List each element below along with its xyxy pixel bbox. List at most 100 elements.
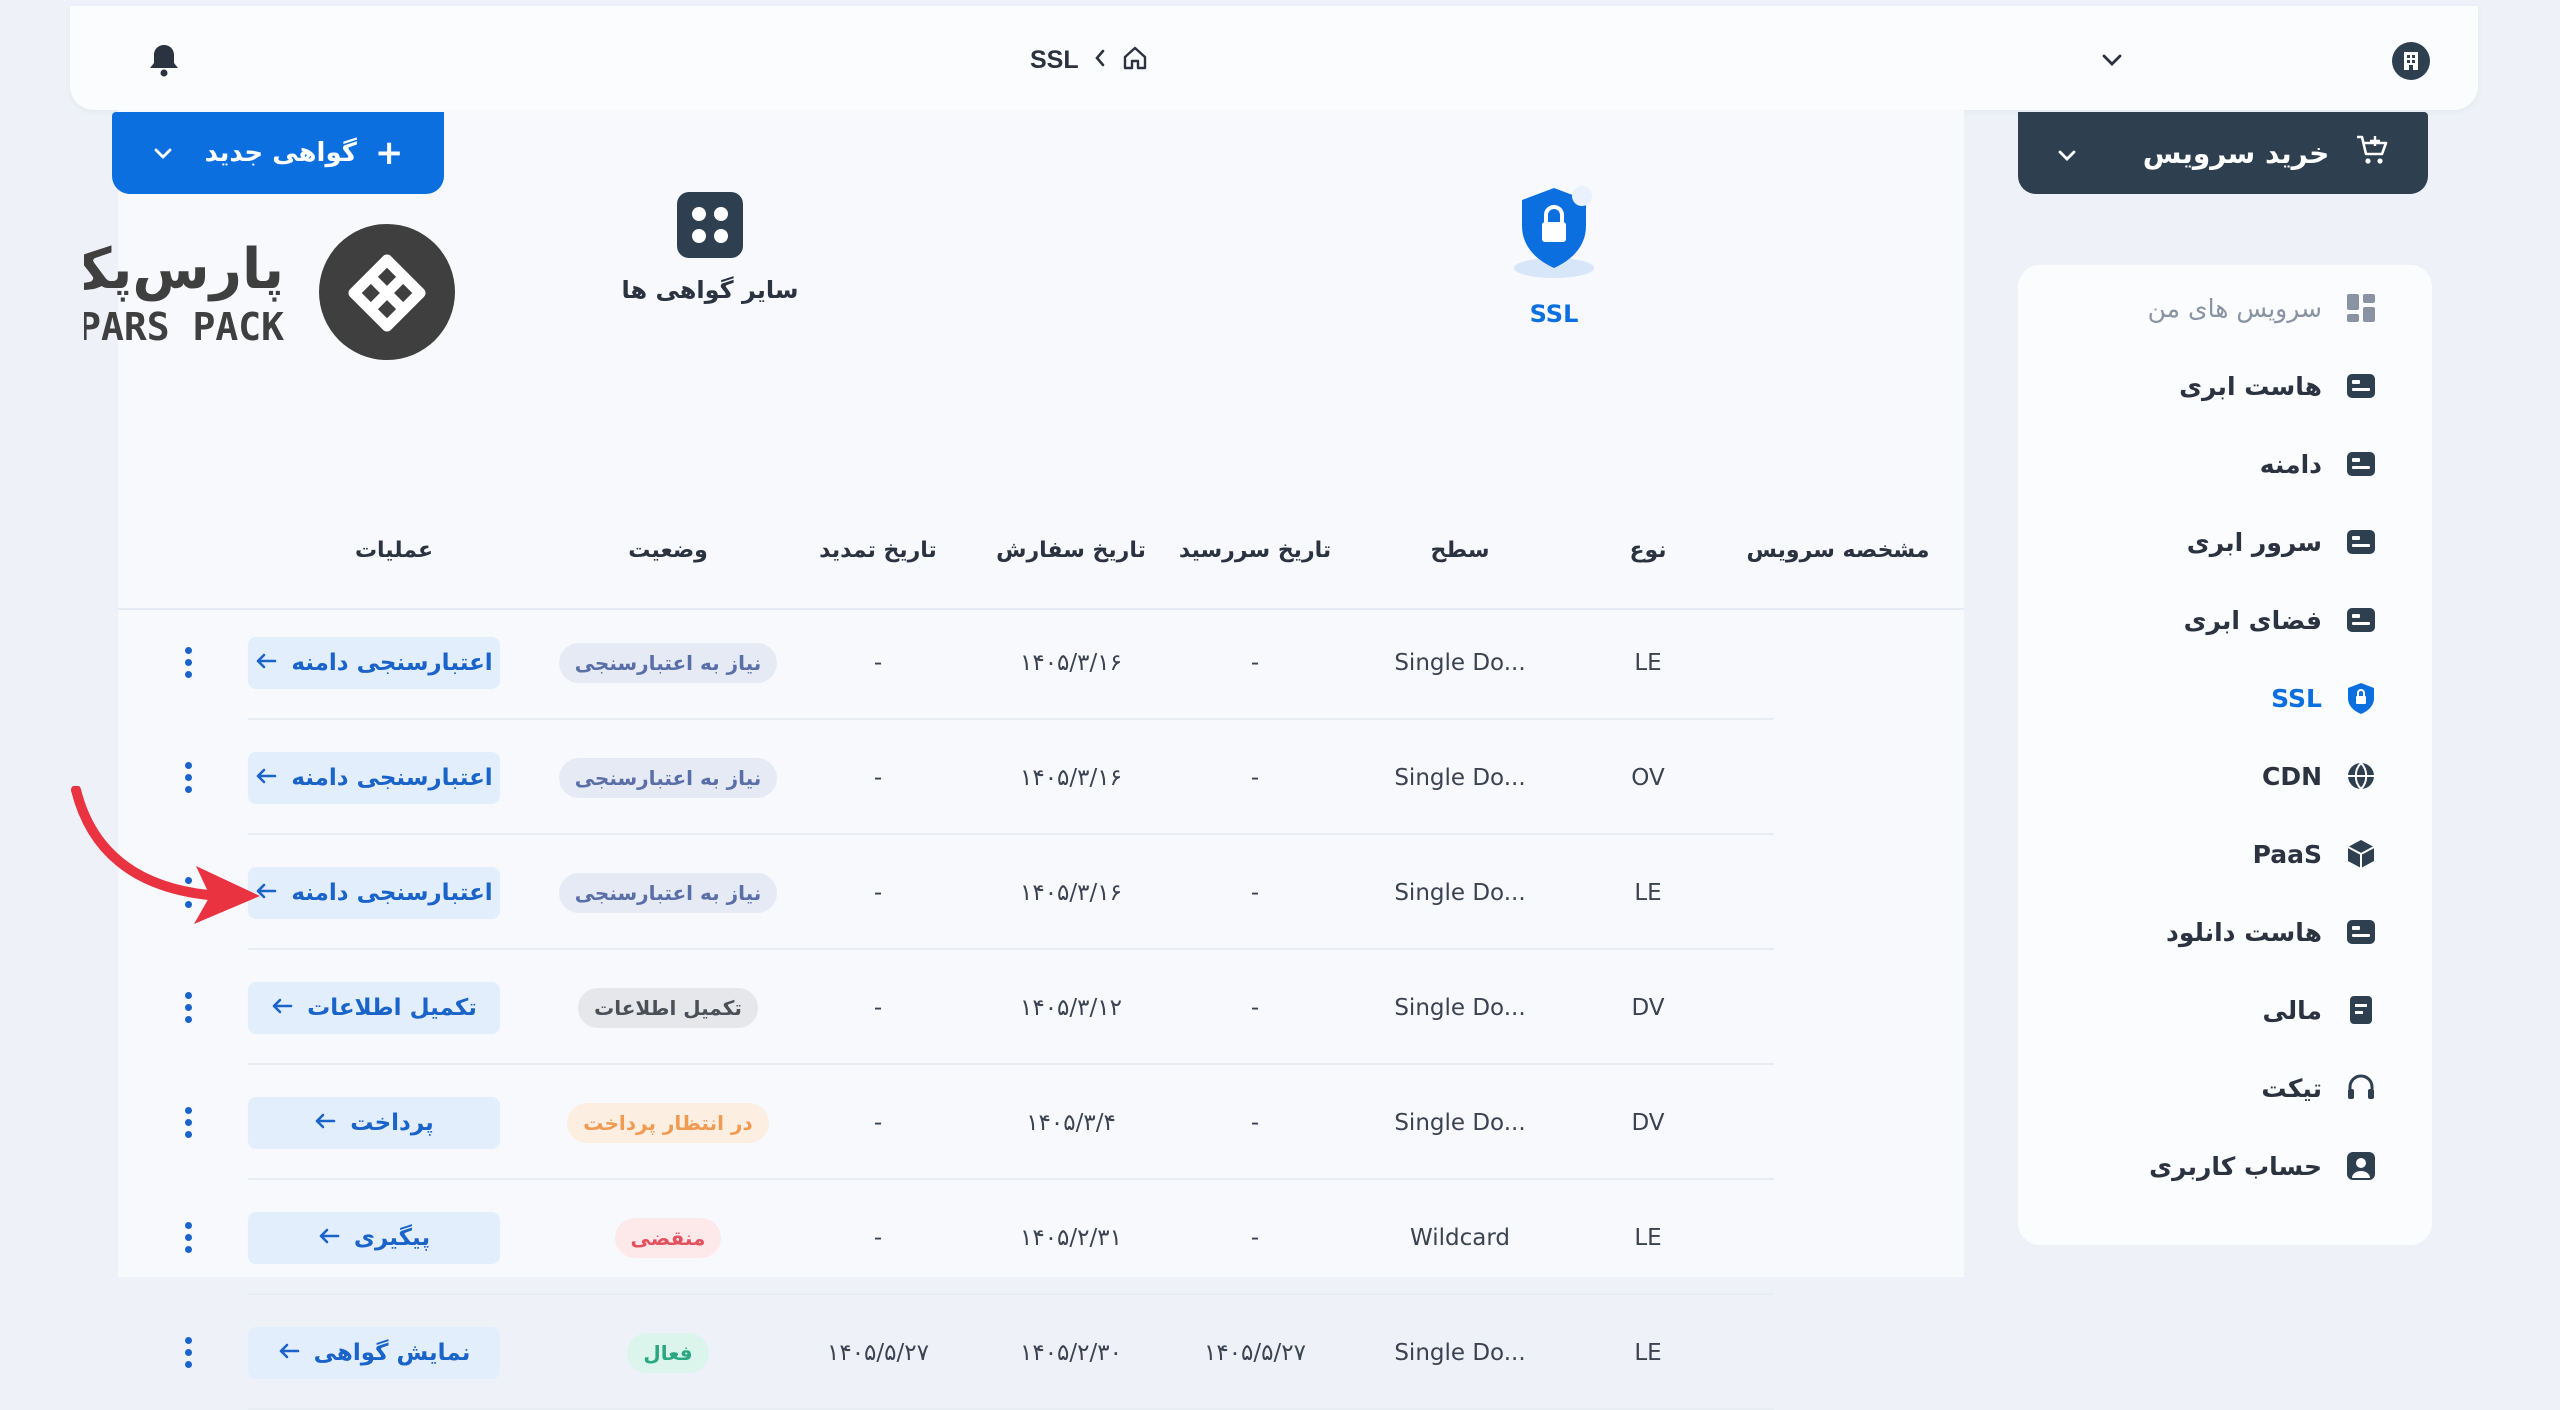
kebab-icon[interactable]: [184, 1107, 192, 1138]
sidebar-item-4[interactable]: فضای ابری: [2184, 603, 2378, 637]
table-row: LE Single Do... ۱۴۰۵/۵/۲۷ ۱۴۰۵/۲/۳۰ ۱۴۰۵…: [118, 1295, 1964, 1410]
tab-other-label: سایر گواهی ها: [621, 276, 799, 304]
annotation-arrow-icon: [70, 785, 270, 930]
row-action-label: پرداخت: [350, 1109, 434, 1136]
sidebar-item-5[interactable]: SSL: [2271, 681, 2378, 715]
cell-type: OV: [1631, 764, 1665, 791]
kebab-icon[interactable]: [184, 992, 192, 1023]
building-icon[interactable]: [2392, 42, 2430, 80]
chevron-down-icon[interactable]: [2094, 42, 2130, 78]
row-action-label: نمایش گواهی: [313, 1339, 471, 1366]
kebab-icon[interactable]: [184, 1222, 192, 1253]
cell-level: Single Do...: [1394, 1339, 1526, 1366]
status-badge: تکمیل اطلاعات: [578, 987, 758, 1028]
cell-type: LE: [1634, 649, 1662, 676]
buy-service-label: خرید سرویس: [2142, 136, 2330, 170]
breadcrumb-current: SSL: [1030, 45, 1079, 74]
row-action-button[interactable]: اعتبارسنجی دامنه: [248, 636, 500, 689]
row-action-button[interactable]: اعتبارسنجی دامنه: [248, 751, 500, 804]
sidebar-item-label: SSL: [2271, 683, 2322, 713]
sidebar-item-label: هاست دانلود: [2166, 917, 2322, 947]
buy-service-button[interactable]: خرید سرویس: [2018, 112, 2428, 194]
cell-level: Single Do...: [1394, 879, 1526, 906]
cell-due-date: -: [1250, 879, 1260, 906]
sidebar-item-1[interactable]: هاست ابری: [2179, 369, 2378, 403]
sidebar-item-label: سرور ابری: [2186, 527, 2322, 557]
parspack-logo: پارس‌پک PARS PACK: [54, 222, 464, 362]
cell-order-date: ۱۴۰۵/۲/۳۰: [1020, 1339, 1122, 1366]
tab-ssl[interactable]: SSL: [1414, 182, 1694, 328]
cell-status: نیاز به اعتبارسنجی: [538, 605, 798, 720]
cell-renew-date: -: [873, 649, 883, 676]
cell-renew-date: -: [873, 994, 883, 1021]
cell-level: Single Do...: [1394, 1109, 1526, 1136]
cell-renew-date: ۱۴۰۵/۵/۲۷: [827, 1339, 929, 1366]
sidebar-item-11[interactable]: حساب کاربری: [2149, 1149, 2378, 1183]
chevron-down-icon[interactable]: [153, 138, 173, 168]
row-action-button[interactable]: اعتبارسنجی دامنه: [248, 866, 500, 919]
cell-level: Single Do...: [1394, 994, 1526, 1021]
sidebar-item-0[interactable]: سرویس های من: [2148, 291, 2378, 325]
cell-due-date: -: [1250, 1109, 1260, 1136]
sidebar-item-label: هاست ابری: [2179, 371, 2322, 401]
arrow-left-icon: [255, 650, 277, 676]
sidebar-item-8[interactable]: هاست دانلود: [2166, 915, 2378, 949]
row-more-menu[interactable]: [148, 950, 228, 1065]
sidebar-item-3[interactable]: سرور ابری: [2187, 525, 2378, 559]
cell-operations: تکمیل اطلاعات: [244, 950, 504, 1065]
cell-status: فعال: [538, 1295, 798, 1410]
new-certificate-button[interactable]: + گواهی جدید: [112, 112, 444, 194]
kebab-icon[interactable]: [184, 1337, 192, 1368]
cell-status: منقضی: [538, 1180, 798, 1295]
shield-lock-icon: [2344, 681, 2378, 715]
status-badge: فعال: [627, 1332, 709, 1373]
row-action-label: تکمیل اطلاعات: [307, 994, 477, 1021]
kebab-icon[interactable]: [184, 647, 192, 678]
cell-operations: نمایش گواهی: [244, 1295, 504, 1410]
row-more-menu[interactable]: [148, 1295, 228, 1410]
bell-icon[interactable]: [144, 40, 184, 80]
cell-status: در انتظار پرداخت: [538, 1065, 798, 1180]
logo-fa-text: پارس‌پک: [84, 237, 284, 302]
tab-other-certificates[interactable]: سایر گواهی ها: [510, 192, 910, 304]
shield-lock-icon: [1414, 182, 1694, 282]
globe-icon: [2344, 759, 2378, 793]
row-action-label: پیگیری: [353, 1224, 431, 1251]
download-host-icon: [2344, 915, 2378, 949]
tab-ssl-label: SSL: [1529, 300, 1579, 328]
row-action-button[interactable]: تکمیل اطلاعات: [248, 981, 500, 1034]
cloud-storage-icon: [2344, 603, 2378, 637]
th-operations: عملیات: [354, 538, 434, 563]
sidebar-item-6[interactable]: CDN: [2262, 759, 2378, 793]
table-header: مشخصه سرویس نوع سطح تاریخ سررسید تاریخ س…: [118, 498, 1964, 610]
row-more-menu[interactable]: [148, 1065, 228, 1180]
cell-renew-date: -: [873, 879, 883, 906]
home-icon[interactable]: [1121, 44, 1149, 76]
cell-renew-date: -: [873, 1224, 883, 1251]
cart-plus-icon: [2355, 134, 2389, 173]
th-service-id: مشخصه سرویس: [1746, 538, 1930, 563]
row-action-button[interactable]: پیگیری: [248, 1211, 500, 1264]
sidebar-item-label: فضای ابری: [2183, 605, 2322, 635]
th-due-date: تاریخ سررسید: [1178, 538, 1332, 563]
row-more-menu[interactable]: [148, 605, 228, 720]
arrow-left-icon: [314, 1110, 336, 1136]
cell-level: Single Do...: [1394, 764, 1526, 791]
row-action-button[interactable]: پرداخت: [248, 1096, 500, 1149]
arrow-left-icon: [318, 1225, 340, 1251]
sidebar-item-2[interactable]: دامنه: [2260, 447, 2378, 481]
breadcrumb: SSL: [1030, 44, 1149, 76]
sidebar-item-9[interactable]: مالی: [2262, 993, 2378, 1027]
plus-icon: +: [374, 133, 404, 173]
sidebar-item-7[interactable]: PaaS: [2253, 837, 2378, 871]
cell-order-date: ۱۴۰۵/۳/۱۶: [1020, 649, 1122, 676]
cell-due-date: -: [1250, 994, 1260, 1021]
row-action-button[interactable]: نمایش گواهی: [248, 1326, 500, 1379]
sidebar-item-10[interactable]: تیکت: [2261, 1071, 2378, 1105]
sidebar-item-label: PaaS: [2252, 839, 2322, 869]
cell-operations: اعتبارسنجی دامنه: [244, 720, 504, 835]
sidebar-item-label: سرویس های من: [2147, 293, 2322, 323]
chevron-down-icon[interactable]: [2057, 137, 2077, 170]
row-more-menu[interactable]: [148, 1180, 228, 1295]
cell-due-date: -: [1250, 1224, 1260, 1251]
